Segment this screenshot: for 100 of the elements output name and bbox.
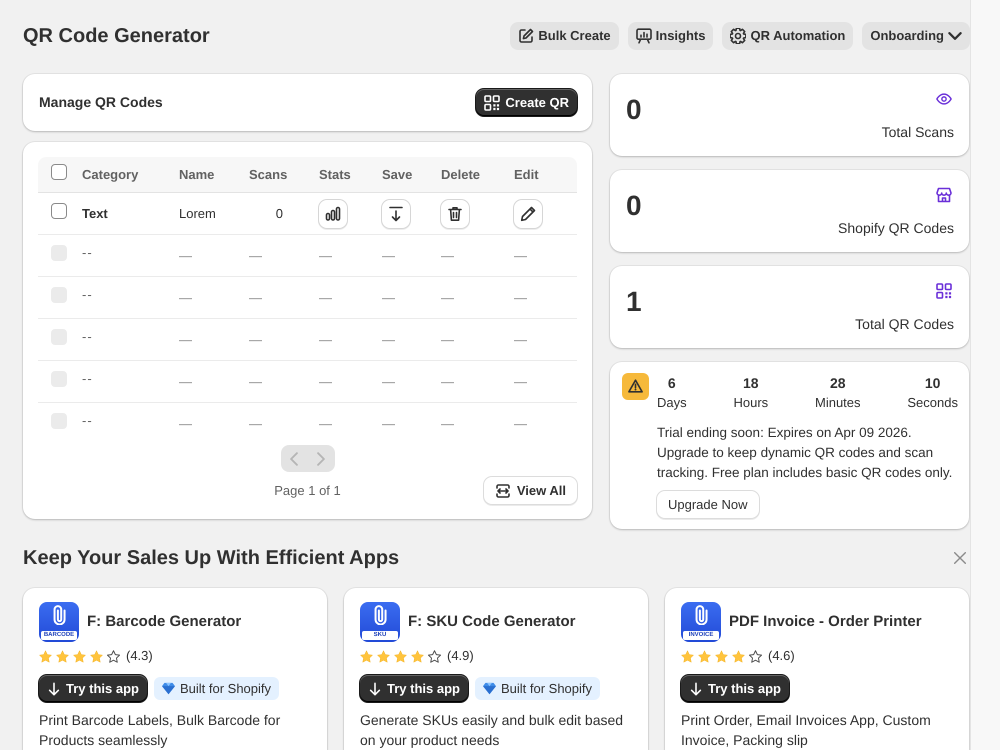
table-cell: — [382,332,395,347]
table-cell: — [441,332,454,347]
countdown-value: 10 [924,374,942,393]
stat-value: 0 [626,190,642,223]
countdown-value: 6 [666,374,677,393]
table-cell: — [319,290,332,305]
rating-text: (4.6) [768,647,795,666]
section-title: Keep Your Sales Up With Efficient Apps [23,546,400,570]
column-header: Stats [319,166,351,182]
table-cell: — [514,374,527,389]
table-cell: — [249,290,262,305]
download-icon [388,206,404,222]
stat-value: 1 [626,286,642,319]
column-header: Name [179,166,214,182]
column-header: Category [82,166,138,182]
bar-chart-icon [325,206,341,222]
diamond-icon [482,682,496,695]
table-cell: -- [82,245,93,260]
presentation-chart-icon [636,28,652,44]
table-cell: — [179,248,192,263]
stats-button[interactable] [319,200,347,228]
store-icon [936,187,952,203]
table-cell: — [249,248,262,263]
column-header: Delete [441,166,480,182]
page-title: QR Code Generator [23,24,210,48]
countdown-value: 28 [828,374,847,393]
table-cell: — [382,248,395,263]
page-indicator: Page 1 of 1 [274,482,341,500]
countdown-unit: Hours [733,394,768,412]
star-icon [428,650,441,662]
row-checkbox[interactable] [51,202,67,219]
star-icon [698,650,711,662]
star-icon [377,650,390,662]
table-cell: — [319,374,332,389]
edit-button[interactable] [514,200,542,228]
select-all-checkbox[interactable] [51,164,67,180]
close-icon[interactable] [954,552,966,564]
table-cell: — [179,332,192,347]
try-app-button[interactable]: Try this app [681,675,789,702]
table-cell: — [514,290,527,305]
paperclip-icon [52,605,66,625]
star-icon [715,650,728,662]
table-cell: Text [82,206,108,221]
rating-text: (4.3) [126,647,153,666]
create-qr-button[interactable]: Create QR [476,89,577,116]
pencil-icon [520,206,536,222]
star-icon [56,650,69,662]
header-button[interactable]: QR Automation [722,22,854,50]
table-cell: — [319,248,332,263]
table-cell: — [441,290,454,305]
card-title: Manage QR Codes [39,93,163,112]
table-cell: -- [82,371,93,386]
star-icon [732,650,745,662]
app-name: PDF Invoice - Order Printer [729,612,922,632]
certification-text: Built for Shopify [180,680,272,698]
rating-text: (4.9) [447,647,474,666]
star-icon [749,650,762,662]
table-cell: — [382,290,395,305]
arrow-down-icon [47,682,61,696]
table-cell: — [249,416,262,432]
star-icon [394,650,407,662]
table-cell: — [441,248,454,263]
app-description: Print Order, Email Invoices App, Custom Invoice, Packing slip [681,711,932,750]
qr-code-icon [936,283,952,299]
try-app-button[interactable]: Try this app [360,675,468,702]
save-button[interactable] [382,200,410,228]
table-cell: — [179,416,192,432]
table-cell: — [441,374,454,389]
star-icon [73,650,86,662]
star-icon [90,650,103,662]
table-cell: — [249,332,262,347]
table-cell: — [514,332,527,347]
upgrade-button[interactable]: Upgrade Now [657,491,758,518]
trash-icon [447,206,463,222]
delete-button[interactable] [441,200,469,228]
app-name: F: SKU Code Generator [408,612,576,632]
countdown-unit: Seconds [907,394,958,412]
stat-label: Shopify QR Codes [838,219,954,238]
app-description: Generate SKUs easily and bulk edit based on your product needs [360,711,624,750]
table-cell: -- [82,287,93,302]
certification-text: Built for Shopify [500,680,592,698]
arrow-down-icon [368,682,382,696]
table-cell: — [382,416,395,432]
qr-code-icon [484,94,500,110]
trial-message: Trial ending soon: Expires on Apr 09 2026. Upgrade to keep dynamic QR codes and scan tracking. Free plan includes basic QR codes only. [657,424,954,482]
dropdown-button[interactable]: Onboarding [862,22,970,50]
table-cell-text: 0 [274,204,283,223]
header-button[interactable]: Insights [628,22,714,50]
edit-icon [518,28,534,44]
try-app-button[interactable]: Try this app [39,675,147,702]
star-icon [411,650,424,662]
header-button[interactable]: Bulk Create [510,22,619,50]
paperclip-icon [694,605,708,625]
view-all-button[interactable]: View All [484,477,577,504]
paperclip-icon [373,605,387,625]
table-cell: — [382,374,395,389]
chevron-left-icon [289,452,299,466]
diamond-icon [162,682,175,695]
countdown-unit: Minutes [815,394,861,412]
table-cell: -- [82,329,93,344]
